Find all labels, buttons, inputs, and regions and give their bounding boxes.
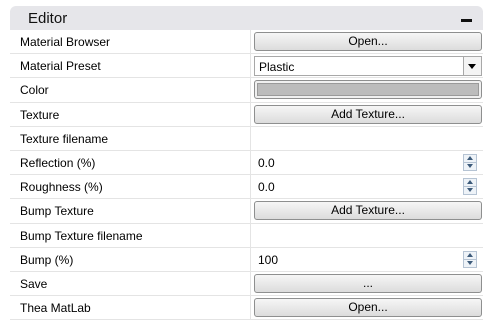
column-divider xyxy=(250,223,251,247)
property-label: Reflection (%) xyxy=(20,155,96,170)
property-label: Material Browser xyxy=(20,35,111,49)
property-label: Color xyxy=(20,83,49,98)
spinner-arrows-icon[interactable] xyxy=(463,250,477,268)
property-label: Save xyxy=(20,276,48,291)
property-label: Thea MatLab xyxy=(20,301,91,316)
roughness-input[interactable]: 0.0 xyxy=(258,180,275,194)
spinner-arrows-icon[interactable] xyxy=(463,178,477,196)
chevron-down-icon[interactable] xyxy=(463,57,481,76)
material-preset-value: Plastic xyxy=(259,60,295,75)
panel-title: Editor xyxy=(28,10,68,27)
property-label: Material Preset xyxy=(20,59,101,74)
row-reflection: Reflection (%) 0.0 xyxy=(10,150,483,176)
material-browser-open-button[interactable]: Open... xyxy=(254,32,482,51)
add-texture-button[interactable]: Add Texture... xyxy=(254,104,482,124)
bump-input[interactable]: 100 xyxy=(258,253,278,267)
row-bump: Bump (%) 100 xyxy=(10,247,483,272)
row-texture: Texture Add Texture... xyxy=(10,102,483,127)
column-divider xyxy=(250,199,251,223)
row-save: Save ... xyxy=(10,271,483,297)
property-label: Bump Texture filename xyxy=(20,228,143,243)
column-divider xyxy=(250,150,251,175)
save-button[interactable]: ... xyxy=(254,273,482,293)
column-divider xyxy=(250,78,251,102)
property-label: Roughness (%) xyxy=(20,180,103,195)
row-material-preset: Material Preset Plastic xyxy=(10,54,483,79)
column-divider xyxy=(250,247,251,271)
property-label: Bump Texture xyxy=(20,204,94,219)
property-grid: Material Browser Open... Material Preset… xyxy=(10,30,483,320)
row-color: Color xyxy=(10,78,483,103)
collapse-icon[interactable] xyxy=(459,10,475,26)
column-divider xyxy=(250,54,251,78)
color-swatch xyxy=(257,83,479,97)
row-thea-matlab: Thea MatLab Open... xyxy=(10,296,483,320)
thea-matlab-open-button[interactable]: Open... xyxy=(254,298,482,318)
spin-up-icon[interactable] xyxy=(464,252,476,260)
add-bump-texture-button[interactable]: Add Texture... xyxy=(254,201,482,221)
panel-header[interactable]: Editor xyxy=(10,6,483,30)
spin-down-icon[interactable] xyxy=(464,163,476,170)
row-bump-texture: Bump Texture Add Texture... xyxy=(10,199,483,224)
color-picker-button[interactable] xyxy=(254,80,482,100)
reflection-input[interactable]: 0.0 xyxy=(258,156,275,170)
spin-up-icon[interactable] xyxy=(464,179,476,188)
property-label: Texture filename xyxy=(20,131,109,146)
row-roughness: Roughness (%) 0.0 xyxy=(10,175,483,200)
material-preset-dropdown[interactable]: Plastic xyxy=(254,56,482,77)
column-divider xyxy=(250,30,251,54)
editor-panel: Editor Material Browser Open... Material… xyxy=(10,6,483,320)
spin-up-icon[interactable] xyxy=(464,155,476,163)
column-divider xyxy=(250,271,251,296)
row-texture-filename: Texture filename xyxy=(10,126,483,151)
column-divider xyxy=(250,126,251,150)
row-material-browser: Material Browser Open... xyxy=(10,30,483,55)
column-divider xyxy=(250,175,251,199)
property-label: Texture xyxy=(20,107,60,122)
spinner-arrows-icon[interactable] xyxy=(463,153,477,171)
spin-down-icon[interactable] xyxy=(464,187,476,194)
property-label: Bump (%) xyxy=(20,252,74,267)
column-divider xyxy=(250,102,251,126)
spin-down-icon[interactable] xyxy=(464,260,476,267)
row-bump-texture-filename: Bump Texture filename xyxy=(10,223,483,248)
